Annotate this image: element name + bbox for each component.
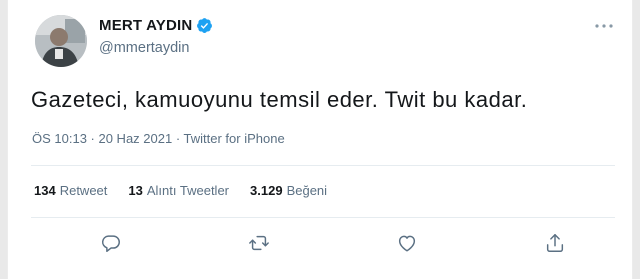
stat-label: Alıntı Tweetler	[146, 183, 230, 198]
user-handle[interactable]: @mmertaydin	[99, 40, 189, 56]
action-bar	[98, 230, 568, 258]
name-row: MERT AYDIN	[99, 17, 213, 34]
stat-label: Retweet	[59, 183, 108, 198]
more-options-icon[interactable]	[592, 19, 616, 33]
stat-quote-tweets[interactable]: 13 Alıntı Tweetler	[128, 183, 229, 198]
tweet-card: MERT AYDIN @mmertaydin Gazeteci, kamuoyu…	[7, 0, 633, 279]
tweet-text: Gazeteci, kamuoyunu temsil eder. Twit bu…	[31, 87, 528, 112]
like-icon[interactable]	[394, 230, 420, 256]
divider	[31, 165, 615, 166]
stat-likes[interactable]: 3.129 Beğeni	[250, 183, 327, 198]
avatar[interactable]	[35, 15, 87, 67]
stat-count: 3.129	[250, 183, 283, 198]
stat-count: 134	[34, 183, 56, 198]
verified-badge-icon	[196, 17, 213, 34]
engagement-stats: 134 Retweet 13 Alıntı Tweetler 3.129 Beğ…	[34, 183, 348, 198]
divider	[31, 217, 615, 218]
stat-retweets[interactable]: 134 Retweet	[34, 183, 107, 198]
stat-label: Beğeni	[286, 183, 328, 198]
share-icon[interactable]	[542, 230, 568, 256]
display-name[interactable]: MERT AYDIN	[99, 17, 192, 34]
stat-count: 13	[128, 183, 143, 198]
reply-icon[interactable]	[98, 230, 124, 256]
retweet-icon[interactable]	[246, 230, 272, 256]
tweet-meta[interactable]: ÖS 10:13 · 20 Haz 2021 · Twitter for iPh…	[32, 131, 285, 146]
avatar-image	[35, 15, 87, 67]
